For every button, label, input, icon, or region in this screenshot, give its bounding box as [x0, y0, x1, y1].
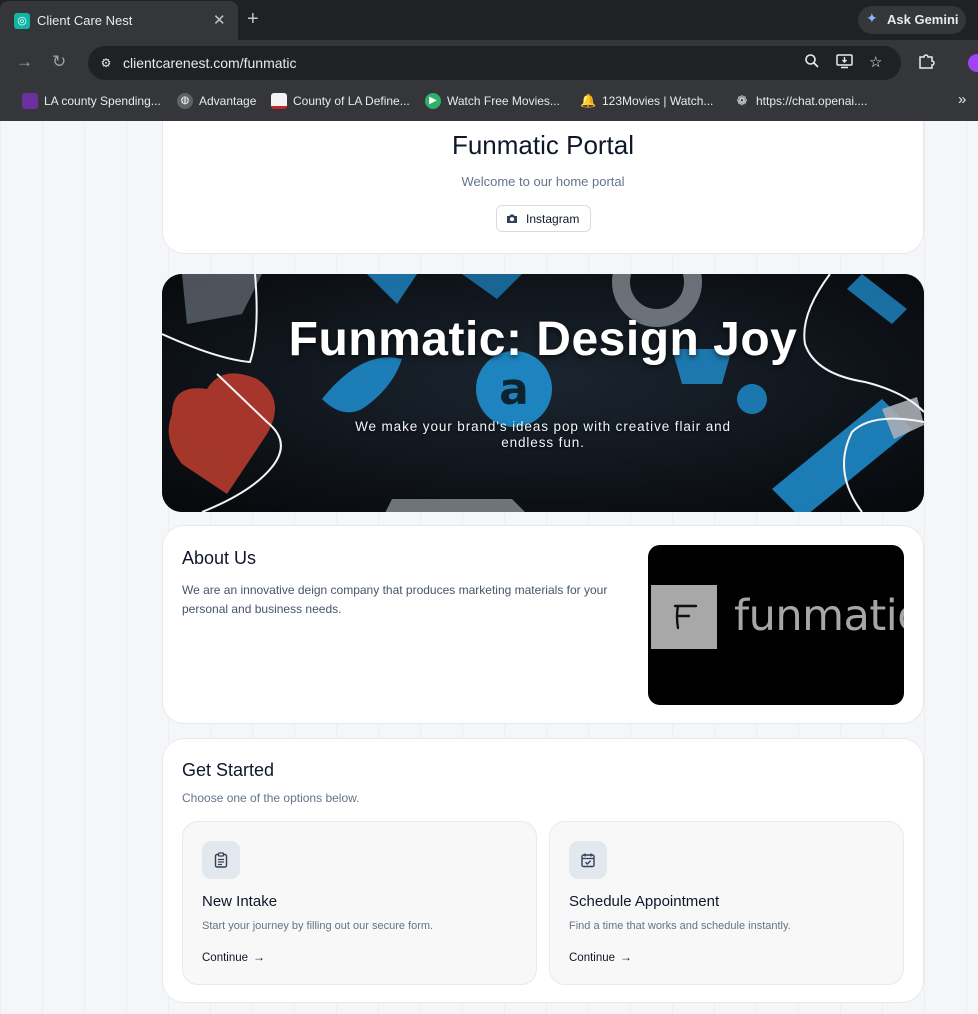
svg-text:a: a: [499, 364, 529, 415]
tab-client-care-nest[interactable]: ◎ Client Care Nest ✕: [0, 1, 238, 40]
hero-subtitle: We make your brand's ideas pop with crea…: [355, 419, 731, 450]
continue-label: Continue: [569, 952, 616, 964]
option-description: Start your journey by filling out our se…: [202, 920, 434, 932]
option-schedule-appointment[interactable]: Schedule Appointment Find a time that wo…: [549, 821, 904, 985]
calendar-check-icon: [569, 841, 607, 879]
clipboard-icon: [202, 841, 240, 879]
hero-banner: a Funmatic: Design Joy We make your bran…: [162, 274, 924, 512]
about-us-title: About Us: [182, 548, 257, 568]
instagram-label: Instagram: [526, 212, 580, 226]
browser-chrome: ◎ Client Care Nest ✕ + ✦ Ask Gemini → ↻ …: [0, 0, 978, 121]
option-title: Schedule Appointment: [569, 893, 720, 910]
forward-arrow-icon[interactable]: →: [16, 52, 33, 72]
address-bar[interactable]: ⚙ clientcarenest.com/funmatic ☆: [88, 46, 901, 80]
close-icon[interactable]: ✕: [213, 11, 226, 31]
ask-gemini-label: Ask Gemini: [887, 12, 959, 27]
option-description: Find a time that works and schedule inst…: [569, 920, 791, 932]
page-title: Funmatic Portal: [451, 130, 635, 160]
reload-icon[interactable]: ↻: [52, 52, 66, 72]
new-tab-icon[interactable]: +: [247, 8, 259, 30]
purple-square-icon: [22, 92, 38, 109]
grey-bar-shape: [385, 499, 525, 512]
play-icon: ▶: [425, 92, 441, 109]
bookmark-advantage[interactable]: ◍ Advantage: [177, 92, 256, 110]
arrow-right-icon: →: [620, 950, 633, 964]
bell-icon: 🔔: [580, 92, 597, 108]
browser-toolbar: → ↻ ⚙ clientcarenest.com/funmatic ☆: [0, 40, 978, 86]
continue-link[interactable]: Continue →: [202, 950, 265, 964]
page-content: Funmatic Portal Welcome to our home port…: [0, 121, 978, 1014]
tab-title: Client Care Nest: [37, 13, 133, 28]
arrow-right-icon: →: [253, 950, 266, 964]
county-seal-icon: [271, 92, 287, 109]
page-subtitle: Welcome to our home portal: [461, 174, 625, 189]
camera-icon: [507, 214, 517, 223]
bookmarks-bar: LA county Spending... ◍ Advantage County …: [0, 86, 978, 116]
bookmark-la-county-spending[interactable]: LA county Spending...: [22, 92, 161, 110]
gemini-sparkle-icon: ✦: [866, 10, 878, 26]
get-started-title: Get Started: [182, 760, 275, 780]
openai-icon: ❁: [736, 92, 748, 108]
bookmark-county-of-la[interactable]: County of LA Define...: [271, 92, 410, 110]
tab-strip: ◎ Client Care Nest ✕ + ✦ Ask Gemini: [0, 0, 978, 40]
zoom-icon[interactable]: [804, 53, 820, 75]
bookmark-watch-free-movies[interactable]: ▶ Watch Free Movies...: [425, 92, 560, 110]
hero-background-illustration: a: [162, 274, 924, 512]
get-started-card: Get Started Choose one of the options be…: [162, 738, 924, 1003]
hero-title: Funmatic: Design Joy: [288, 313, 798, 366]
url-text[interactable]: clientcarenest.com/funmatic: [123, 55, 297, 71]
install-app-icon[interactable]: [836, 53, 853, 75]
globe-icon: ◍: [177, 92, 193, 109]
get-started-subtitle: Choose one of the options below.: [182, 791, 360, 805]
option-title: New Intake: [202, 893, 278, 910]
client-care-nest-favicon-icon: ◎: [14, 13, 30, 29]
bookmark-chat-openai[interactable]: ❁ https://chat.openai....: [734, 92, 868, 110]
ask-gemini-button[interactable]: ✦ Ask Gemini: [858, 6, 966, 34]
instagram-button[interactable]: Instagram: [496, 205, 591, 232]
continue-label: Continue: [202, 952, 249, 964]
more-bookmarks-icon[interactable]: »: [958, 91, 966, 108]
extensions-puzzle-icon[interactable]: [918, 52, 935, 74]
funmatic-wordmark: funmatic: [734, 591, 904, 641]
funmatic-f-mark-icon: [651, 585, 717, 649]
bookmark-star-icon[interactable]: ☆: [869, 53, 882, 73]
about-us-text: We are an innovative deign company that …: [182, 583, 608, 616]
site-info-icon[interactable]: ⚙: [96, 53, 116, 73]
option-new-intake[interactable]: New Intake Start your journey by filling…: [182, 821, 537, 985]
funmatic-logo: funmatic: [648, 545, 904, 705]
about-us-card: About Us We are an innovative deign comp…: [162, 525, 924, 724]
bookmark-123movies[interactable]: 🔔 123Movies | Watch...: [580, 92, 713, 110]
continue-link[interactable]: Continue →: [569, 950, 632, 964]
portal-header-card: Funmatic Portal Welcome to our home port…: [162, 121, 924, 254]
